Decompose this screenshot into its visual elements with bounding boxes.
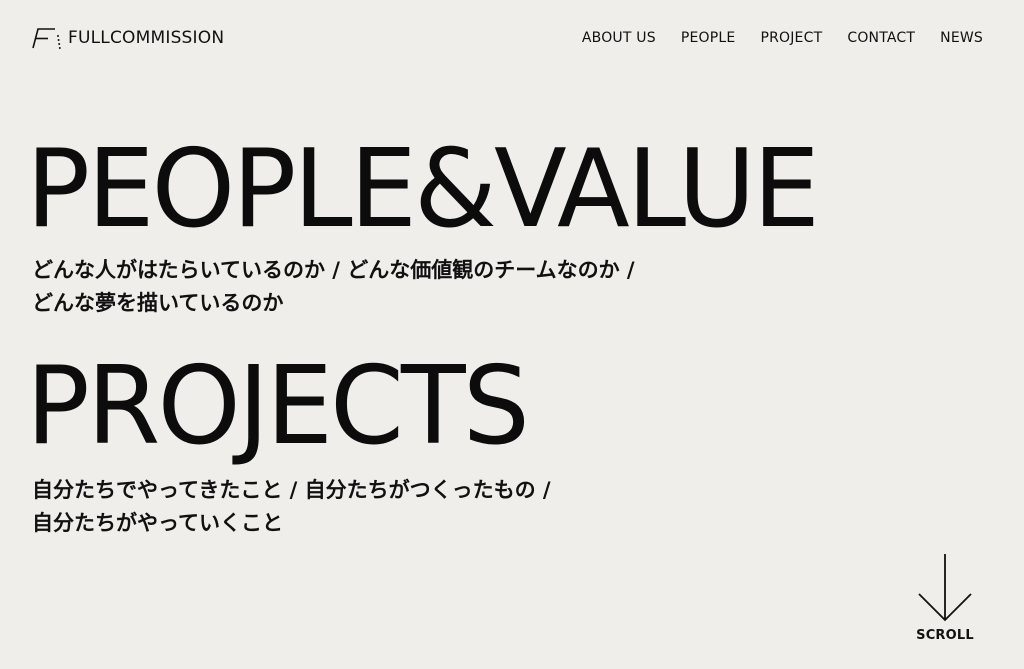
main-nav: ABOUT US PEOPLE PROJECT CONTACT NEWS [582, 29, 983, 47]
people-value-subtitle: どんな人がはたらいているのか / どんな価値観のチームなのか / どんな夢を描い… [32, 254, 635, 320]
logo-mark-icon [32, 28, 61, 49]
arrow-down-icon [918, 554, 972, 622]
projects-subtitle-line: 自分たちでやってきたこと / 自分たちがつくったもの / [32, 478, 551, 502]
projects-subtitle: 自分たちでやってきたこと / 自分たちがつくったもの / 自分たちがやっていくこ… [32, 474, 551, 540]
site-logo[interactable]: FULLCOMMISSION [31, 26, 224, 50]
scroll-button[interactable]: SCROLL [913, 552, 977, 648]
projects-heading[interactable]: PROJECTS [26, 353, 530, 461]
people-value-heading[interactable]: PEOPLE&VALUE [26, 136, 820, 244]
people-value-subtitle-line: どんな夢を描いているのか [32, 291, 284, 315]
people-value-subtitle-line: どんな人がはたらいているのか / どんな価値観のチームなのか / [32, 258, 635, 282]
nav-contact[interactable]: CONTACT [847, 29, 915, 47]
nav-about-us[interactable]: ABOUT US [582, 29, 656, 47]
nav-news[interactable]: NEWS [940, 29, 983, 47]
nav-project[interactable]: PROJECT [760, 29, 822, 47]
site-header: FULLCOMMISSION ABOUT US PEOPLE PROJECT C… [0, 0, 1024, 80]
projects-subtitle-line: 自分たちがやっていくこと [32, 511, 283, 535]
logo-text: FULLCOMMISSION [68, 28, 225, 48]
scroll-label: SCROLL [916, 628, 974, 643]
nav-people[interactable]: PEOPLE [681, 29, 736, 47]
